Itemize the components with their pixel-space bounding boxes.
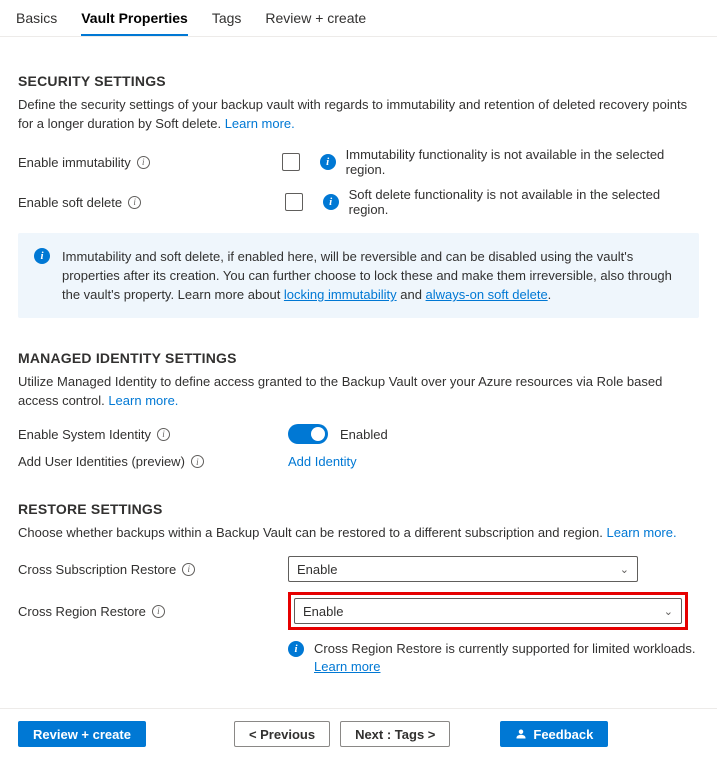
softdelete-row: Enable soft delete i i Soft delete funct… xyxy=(18,187,699,217)
person-icon xyxy=(515,728,527,740)
info-icon: i xyxy=(34,248,50,264)
tab-bar: Basics Vault Properties Tags Review + cr… xyxy=(0,0,717,37)
identity-learn-more-link[interactable]: Learn more. xyxy=(108,393,178,408)
csr-row: Cross Subscription Restore i Enable ⌄ xyxy=(18,556,699,582)
crr-select[interactable]: Enable ⌄ xyxy=(294,598,682,624)
info-box-end: . xyxy=(548,287,552,302)
restore-desc-text: Choose whether backups within a Backup V… xyxy=(18,525,607,540)
locking-immutability-link[interactable]: locking immutability xyxy=(284,287,397,302)
info-box-mid: and xyxy=(397,287,426,302)
immutability-msg: Immutability functionality is not availa… xyxy=(346,147,699,177)
add-identity-link[interactable]: Add Identity xyxy=(288,454,357,469)
crr-label: Cross Region Restore xyxy=(18,604,146,619)
add-user-identities-label: Add User Identities (preview) xyxy=(18,454,185,469)
info-icon[interactable]: i xyxy=(137,156,150,169)
system-identity-toggle[interactable] xyxy=(288,424,328,444)
tab-review-create[interactable]: Review + create xyxy=(265,0,366,36)
crr-msg-text: Cross Region Restore is currently suppor… xyxy=(314,641,696,656)
chevron-down-icon: ⌄ xyxy=(664,605,673,618)
security-description: Define the security settings of your bac… xyxy=(18,95,699,133)
info-icon[interactable]: i xyxy=(191,455,204,468)
info-icon[interactable]: i xyxy=(152,605,165,618)
crr-highlight-box: Enable ⌄ xyxy=(288,592,688,630)
immutability-label: Enable immutability xyxy=(18,155,131,170)
restore-learn-more-link[interactable]: Learn more. xyxy=(607,525,677,540)
feedback-button[interactable]: Feedback xyxy=(500,721,608,747)
restore-heading: RESTORE SETTINGS xyxy=(18,501,699,517)
system-identity-row: Enable System Identity i Enabled xyxy=(18,424,699,444)
info-icon: i xyxy=(288,641,304,657)
softdelete-msg: Soft delete functionality is not availab… xyxy=(349,187,699,217)
info-icon[interactable]: i xyxy=(128,196,141,209)
identity-heading: MANAGED IDENTITY SETTINGS xyxy=(18,350,699,366)
info-icon: i xyxy=(323,194,339,210)
security-info-box: i Immutability and soft delete, if enabl… xyxy=(18,233,699,318)
crr-msg: i Cross Region Restore is currently supp… xyxy=(288,640,699,676)
info-icon[interactable]: i xyxy=(157,428,170,441)
review-create-button[interactable]: Review + create xyxy=(18,721,146,747)
immutability-row: Enable immutability i i Immutability fun… xyxy=(18,147,699,177)
enabled-text: Enabled xyxy=(340,427,388,442)
security-desc-text: Define the security settings of your bac… xyxy=(18,97,687,131)
tab-vault-properties[interactable]: Vault Properties xyxy=(81,0,188,36)
next-button[interactable]: Next : Tags > xyxy=(340,721,450,747)
tab-tags[interactable]: Tags xyxy=(212,0,242,36)
security-learn-more-link[interactable]: Learn more. xyxy=(225,116,295,131)
chevron-down-icon: ⌄ xyxy=(620,563,629,576)
restore-description: Choose whether backups within a Backup V… xyxy=(18,523,699,542)
csr-select[interactable]: Enable ⌄ xyxy=(288,556,638,582)
softdelete-checkbox[interactable] xyxy=(285,193,303,211)
add-user-identities-row: Add User Identities (preview) i Add Iden… xyxy=(18,454,699,469)
info-icon: i xyxy=(320,154,336,170)
crr-row: Cross Region Restore i Enable ⌄ xyxy=(18,592,699,630)
feedback-label: Feedback xyxy=(533,727,593,742)
softdelete-label: Enable soft delete xyxy=(18,195,122,210)
info-icon[interactable]: i xyxy=(182,563,195,576)
identity-description: Utilize Managed Identity to define acces… xyxy=(18,372,699,410)
immutability-checkbox[interactable] xyxy=(282,153,300,171)
footer-bar: Review + create < Previous Next : Tags >… xyxy=(0,708,717,759)
crr-value: Enable xyxy=(303,604,343,619)
csr-value: Enable xyxy=(297,562,337,577)
always-on-soft-delete-link[interactable]: always-on soft delete xyxy=(426,287,548,302)
crr-learn-more-link[interactable]: Learn more xyxy=(314,659,380,674)
csr-label: Cross Subscription Restore xyxy=(18,562,176,577)
tab-basics[interactable]: Basics xyxy=(16,0,57,36)
security-heading: SECURITY SETTINGS xyxy=(18,73,699,89)
previous-button[interactable]: < Previous xyxy=(234,721,330,747)
system-identity-label: Enable System Identity xyxy=(18,427,151,442)
